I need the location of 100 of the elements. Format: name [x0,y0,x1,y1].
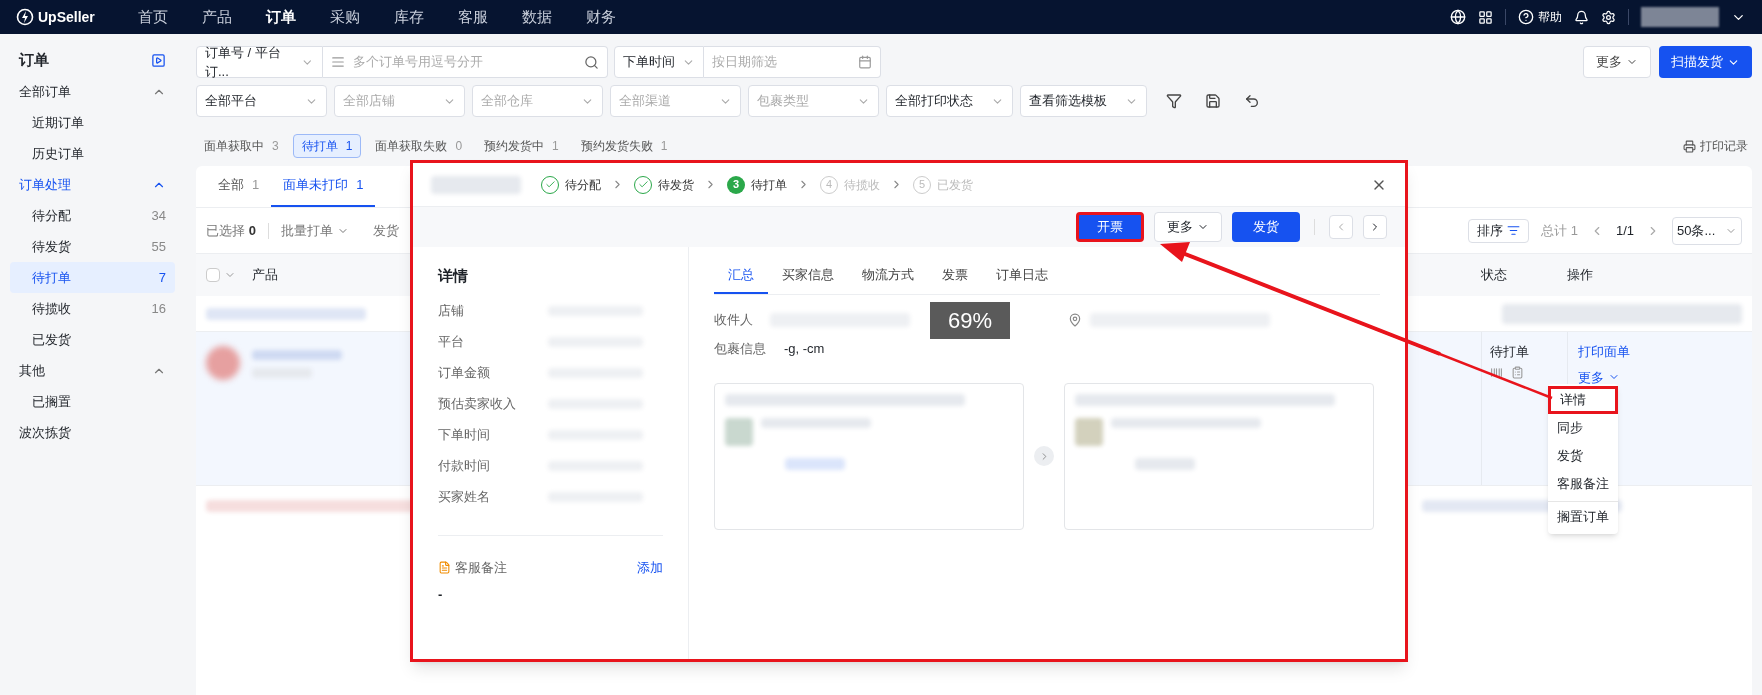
more-button[interactable]: 更多 [1583,46,1651,78]
apps-grid-icon[interactable] [1478,9,1493,25]
nav-item[interactable]: 订单 [249,5,313,29]
detail-tab[interactable]: 发票 [928,257,982,294]
clipboard-icon [1511,365,1524,379]
video-icon[interactable] [151,52,166,68]
search-type-select[interactable]: 订单号 / 平台订... [196,46,323,78]
invoice-button[interactable]: 开票 [1076,212,1144,242]
sidebar-group[interactable]: 波次拣货 [10,417,175,448]
field-label: 平台 [438,333,465,352]
nav-item[interactable]: 库存 [377,5,441,29]
detail-tab[interactable]: 买家信息 [768,257,848,294]
status-text: 待打单 [1490,343,1530,361]
product-thumbnail [206,346,240,380]
check-icon [544,179,556,190]
sidebar-title: 订单 [19,49,49,70]
progress-step: 待分配 [541,175,601,194]
detail-tab[interactable]: 订单日志 [982,257,1062,294]
progress-step: 4 待揽收 [820,175,880,194]
ship-button[interactable]: 发货 [1232,212,1300,242]
help-link[interactable]: 帮助 [1538,8,1562,26]
globe-icon[interactable] [1450,9,1466,25]
column-header: 操作 [1567,266,1594,285]
sidebar-item[interactable]: 历史订单 [10,138,175,169]
select-all-checkbox[interactable] [206,268,220,282]
status-tab[interactable]: 待打单 1 [292,134,362,158]
print-log-link[interactable]: 打印记录 [1700,137,1748,155]
search-box[interactable]: 多个订单号用逗号分开 [323,46,608,78]
print-label-link[interactable]: 打印面单 [1578,342,1742,362]
add-note-link[interactable]: 添加 [637,557,663,577]
more-button[interactable]: 更多 [1154,212,1222,242]
filter-icon[interactable] [1166,93,1182,109]
progress-step: 3 待打单 [727,175,787,194]
field-label: 下单时间 [438,426,491,445]
progress-step: 5 已发货 [913,175,973,194]
detail-tab[interactable]: 物流方式 [848,257,928,294]
field-label: 买家姓名 [438,488,491,507]
search-field[interactable]: 多个订单号用逗号分开 [353,52,576,72]
nav-item[interactable]: 采购 [313,5,377,29]
order-tab[interactable]: 全部 1 [206,165,272,207]
details-title: 详情 [438,266,469,286]
zoom-indicator: 69% [930,301,1011,339]
dropdown-item[interactable]: 发货 [1548,442,1618,470]
sidebar-item[interactable]: 已发货 [10,324,175,355]
status-tab[interactable]: 面单获取失败 0 [367,134,471,158]
nav-item[interactable]: 数据 [505,5,569,29]
detail-tab[interactable]: 汇总 [714,257,768,294]
dropdown-item[interactable]: 客服备注 [1548,470,1618,498]
date-type-select[interactable]: 下单时间 [614,46,704,78]
ship-button[interactable]: 发货 [372,220,399,241]
logo-icon [16,8,34,26]
filter-select[interactable]: 全部平台 [196,85,327,117]
scan-ship-button[interactable]: 扫描发货 [1659,46,1752,78]
blurred-content [1135,457,1195,470]
save-icon[interactable] [1205,93,1221,109]
sidebar-group[interactable]: 订单处理 [10,169,175,200]
printer-icon[interactable] [1683,139,1696,153]
dropdown-item[interactable]: 同步 [1548,414,1618,442]
sort-button[interactable]: 排序 [1468,218,1530,243]
nav-item[interactable]: 客服 [441,5,505,29]
search-icon[interactable] [584,54,599,70]
sidebar-item[interactable]: 待揽收 16 [10,293,175,324]
page-size-select[interactable]: 50条... [1672,216,1742,245]
sidebar-item[interactable]: 待打单 7 [10,262,175,293]
sidebar-item[interactable]: 待分配 34 [10,200,175,231]
sidebar-item[interactable]: 近期订单 [10,107,175,138]
product-thumbnail [1075,417,1103,446]
dropdown-item[interactable]: 详情 [1548,386,1618,414]
status-tab[interactable]: 预约发货中 1 [476,134,567,158]
nav-item[interactable]: 首页 [121,5,185,29]
status-tab[interactable]: 预约发货失败 1 [572,134,676,158]
sidebar-item[interactable]: 已搁置 [10,386,175,417]
blurred-content [785,457,845,470]
page-indicator: 1/1 [1615,221,1634,240]
help-icon[interactable] [1518,9,1534,25]
note-icon [438,560,451,574]
date-field[interactable]: 按日期筛选 [712,52,858,72]
filter-select[interactable]: 全部打印状态 [886,85,1013,117]
status-tab[interactable]: 面单获取中 3 [196,134,287,158]
more-dropdown-button[interactable]: 更多 [1578,367,1620,387]
progress-step: 待发货 [634,175,694,194]
settings-icon[interactable] [1601,9,1616,25]
note-label: 客服备注 [455,558,507,577]
order-tab[interactable]: 面单未打印 1 [271,165,376,207]
sidebar-item[interactable]: 待发货 55 [10,231,175,262]
bell-icon[interactable] [1574,9,1589,25]
sidebar-group[interactable]: 其他 [10,355,175,386]
nav-item[interactable]: 财务 [569,5,633,29]
location-pin-icon [1068,313,1082,327]
nav-item[interactable]: 产品 [185,5,249,29]
package-label: 包裹信息 [714,340,767,358]
list-icon [331,55,345,69]
calendar-icon[interactable] [858,55,872,69]
filter-select[interactable]: 查看筛选模板 [1020,85,1147,117]
product-thumbnail [725,417,753,446]
selected-count: 已选择 0 [206,221,256,240]
undo-icon[interactable] [1244,93,1260,109]
date-box[interactable]: 按日期筛选 [704,46,881,78]
batch-print-button[interactable]: 批量打单 [280,220,349,241]
sidebar-group[interactable]: 全部订单 [10,76,175,107]
